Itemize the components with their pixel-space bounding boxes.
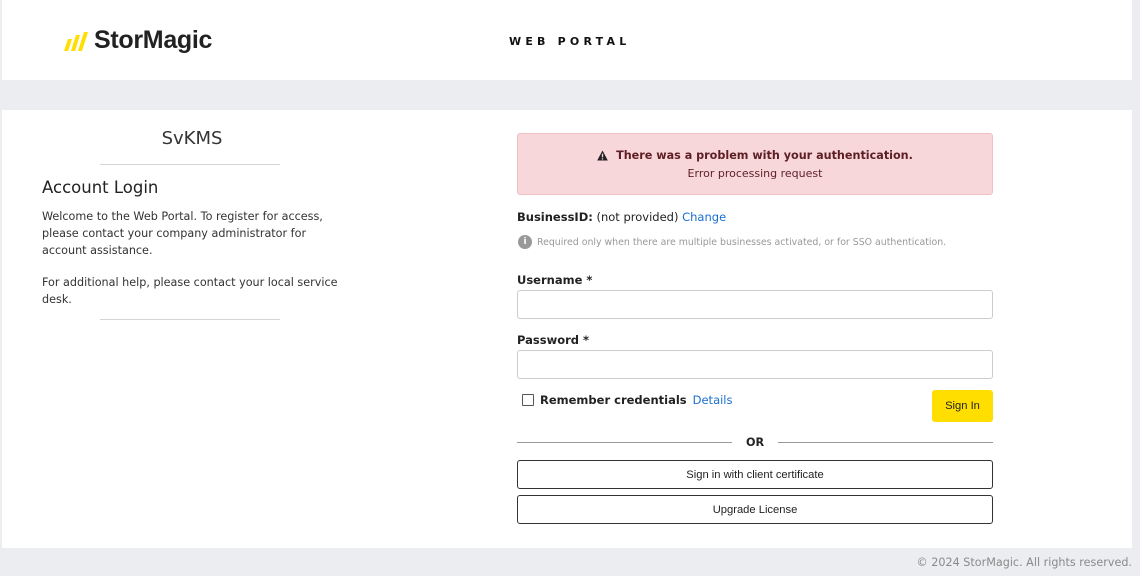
remember-label[interactable]: Remember credentials (540, 393, 687, 407)
main-panel: SvKMS Account Login Welcome to the Web P… (2, 110, 1132, 548)
username-input[interactable] (517, 290, 993, 319)
header: StorMagic WEB PORTAL (2, 0, 1132, 80)
upgrade-license-button[interactable]: Upgrade License (517, 495, 993, 524)
logo[interactable]: StorMagic (62, 26, 212, 55)
logo-text: StorMagic (94, 26, 213, 54)
password-label: Password * (517, 333, 590, 347)
help-text: For additional help, please contact your… (42, 276, 338, 306)
client-certificate-button[interactable]: Sign in with client certificate (517, 460, 993, 489)
alert-title-row: There was a problem with your authentica… (518, 149, 992, 162)
password-input[interactable] (517, 350, 993, 379)
login-heading: Account Login (42, 178, 159, 197)
alert-title: There was a problem with your authentica… (616, 149, 913, 162)
or-label: OR (745, 435, 765, 449)
details-link[interactable]: Details (693, 393, 733, 407)
remember-row: Remember credentials Details (522, 393, 733, 407)
divider (100, 319, 280, 320)
sign-in-button[interactable]: Sign In (932, 390, 993, 422)
business-id-row: BusinessID: (not provided) Change (517, 210, 726, 224)
welcome-text: Welcome to the Web Portal. To register f… (42, 210, 323, 257)
copyright: © 2024 StorMagic. All rights reserved. (916, 556, 1133, 569)
separator-line (778, 441, 994, 443)
portal-title: WEB PORTAL (509, 35, 631, 48)
change-business-link[interactable]: Change (682, 210, 726, 224)
separator-line (517, 441, 732, 443)
warning-icon (597, 150, 608, 161)
username-label: Username * (517, 273, 593, 287)
or-separator: OR (517, 435, 994, 449)
divider (100, 164, 280, 165)
error-alert: There was a problem with your authentica… (517, 133, 993, 195)
business-id-value: (not provided) (596, 210, 679, 224)
info-icon: i (518, 235, 532, 249)
stormagic-logo-icon (64, 31, 88, 51)
remember-checkbox[interactable] (522, 394, 534, 406)
business-id-label: BusinessID: (517, 210, 593, 224)
alert-message: Error processing request (687, 167, 823, 180)
hint-text: Required only when there are multiple bu… (537, 236, 947, 248)
product-name: SvKMS (161, 128, 223, 149)
business-id-hint: i Required only when there are multiple … (518, 235, 946, 249)
